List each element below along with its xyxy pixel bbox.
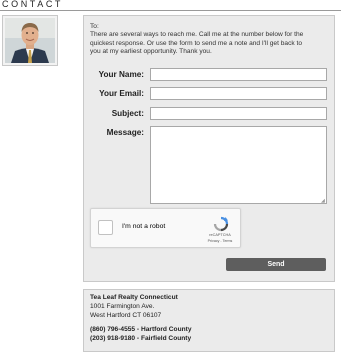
phone-fairfield: (203) 918-9180 - Fairfield County xyxy=(90,335,192,342)
phone-hartford: (860) 796-4555 - Hartford County xyxy=(90,326,192,333)
intro-line: There are several ways to reach me. Call… xyxy=(90,31,304,39)
name-label: Your Name: xyxy=(98,70,144,79)
contact-info-panel: Tea Leaf Realty Connecticut 1001 Farming… xyxy=(83,289,335,352)
recaptcha-checkbox[interactable] xyxy=(98,220,113,235)
email-field[interactable] xyxy=(150,87,327,100)
resize-grip-icon[interactable]: ◢ xyxy=(321,198,325,204)
recaptcha-widget: I'm not a robot reCAPTCHA Privacy - Term… xyxy=(90,208,241,248)
company-name: Tea Leaf Realty Connecticut xyxy=(90,294,178,301)
intro-line: quickest response. Or use the form to se… xyxy=(90,39,303,47)
page-title: CONTACT xyxy=(2,0,64,9)
street-address: 1001 Farmington Ave. xyxy=(90,303,155,310)
message-field[interactable] xyxy=(150,126,327,204)
subject-label: Subject: xyxy=(111,109,144,118)
intro-line: you at my earliest opportunity. Thank yo… xyxy=(90,48,212,56)
message-label: Message: xyxy=(106,128,144,137)
agent-photo xyxy=(5,18,55,63)
agent-photo-frame xyxy=(2,15,58,66)
name-field[interactable] xyxy=(150,68,327,81)
email-label: Your Email: xyxy=(99,89,144,98)
recaptcha-label: I'm not a robot xyxy=(122,223,166,230)
intro-to: To: xyxy=(90,23,99,30)
recaptcha-icon xyxy=(213,216,229,232)
intro-text: To: There are several ways to reach me. … xyxy=(90,23,330,57)
subject-field[interactable] xyxy=(150,107,327,120)
contact-form-panel: To: There are several ways to reach me. … xyxy=(83,15,335,282)
recaptcha-brand: reCAPTCHA xyxy=(209,233,231,237)
send-button[interactable]: Send xyxy=(226,258,326,271)
page-header: CONTACT xyxy=(0,0,341,11)
recaptcha-privacy-terms-link[interactable]: Privacy - Terms xyxy=(203,239,237,243)
city-address: West Hartford CT 06107 xyxy=(90,312,162,319)
